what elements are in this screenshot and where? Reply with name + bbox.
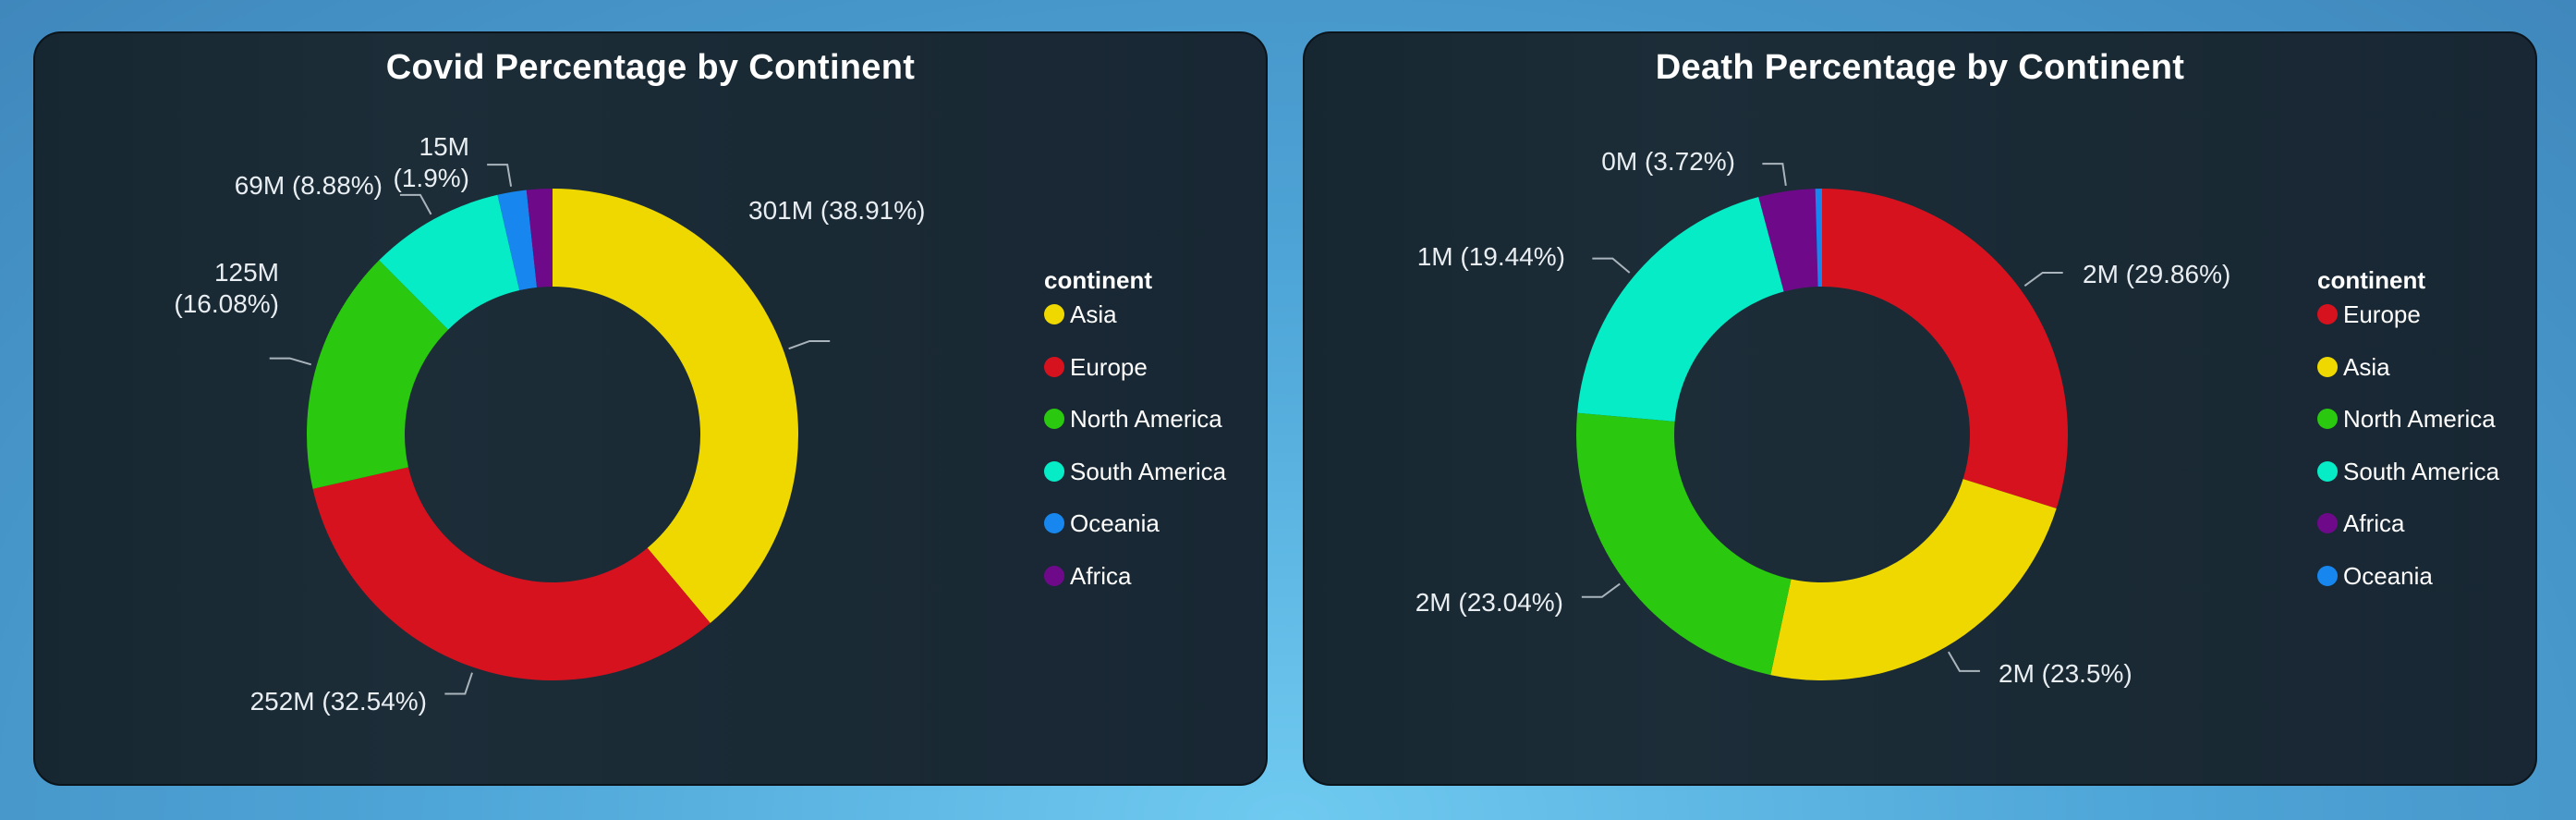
death-legend-label-north-america: North America	[2343, 405, 2496, 433]
covid-leader-line-asia	[788, 339, 831, 350]
covid-legend-item-south-america[interactable]: South America	[1044, 458, 1226, 510]
covid-legend-item-africa[interactable]: Africa	[1044, 562, 1226, 615]
death-legend-label-europe: Europe	[2343, 300, 2421, 328]
death-data-label-south-america: 1M (19.44%)	[1417, 242, 1565, 271]
covid-legend-swatch-asia	[1044, 304, 1064, 324]
covid-legend-item-oceania[interactable]: Oceania	[1044, 509, 1226, 562]
death-legend-swatch-europe	[2317, 304, 2338, 324]
death-legend-title: continent	[2317, 266, 2425, 294]
covid-legend-label-south-america: South America	[1070, 457, 1227, 485]
death-legend-label-oceania: Oceania	[2343, 561, 2433, 590]
death-data-label-north-america: 2M (23.04%)	[1416, 588, 1563, 617]
death-legend-item-europe[interactable]: Europe	[2317, 300, 2499, 353]
death-leader-line-asia	[1947, 651, 1980, 672]
covid-legend-swatch-europe	[1044, 356, 1064, 377]
death-leader-line-africa	[1762, 163, 1787, 186]
death-legend-item-africa[interactable]: Africa	[2317, 509, 2499, 562]
death-legend-item-north-america[interactable]: North America	[2317, 405, 2499, 458]
covid-data-label-asia: 301M (38.91%)	[748, 196, 925, 225]
covid-legend-label-oceania: Oceania	[1070, 509, 1160, 537]
death-slice-north-america[interactable]	[1576, 412, 1792, 676]
covid-leader-line-oceania	[487, 164, 513, 187]
death-legend-swatch-north-america	[2317, 409, 2338, 429]
covid-percentage-panel: Covid Percentage by Continent 301M (38.9…	[33, 31, 1268, 786]
death-legend-swatch-south-america	[2317, 460, 2338, 482]
covid-data-label-europe: 252M (32.54%)	[250, 687, 427, 716]
covid-legend-swatch-south-america	[1044, 460, 1064, 482]
death-slice-europe[interactable]	[1822, 189, 2068, 508]
death-legend-item-oceania[interactable]: Oceania	[2317, 562, 2499, 615]
death-legend-label-south-america: South America	[2343, 457, 2500, 485]
covid-legend-item-north-america[interactable]: North America	[1044, 405, 1226, 458]
covid-legend-label-north-america: North America	[1070, 405, 1222, 433]
death-leader-line-south-america	[1592, 257, 1631, 274]
death-data-label-asia: 2M (23.5%)	[1999, 659, 2132, 688]
covid-data-label-oceania: 15M (1.9%)	[394, 132, 469, 192]
death-legend-item-south-america[interactable]: South America	[2317, 458, 2499, 510]
covid-data-label-south-america: 69M (8.88%)	[235, 171, 383, 200]
covid-data-label-north-america: 125M (16.08%)	[174, 258, 279, 318]
death-legend-swatch-asia	[2317, 356, 2338, 377]
covid-legend-swatch-north-america	[1044, 409, 1064, 429]
death-percentage-panel: Death Percentage by Continent 2M (29.86%…	[1303, 31, 2537, 786]
covid-legend-title: continent	[1044, 266, 1152, 294]
covid-leader-line-north-america	[269, 357, 312, 366]
covid-legend-swatch-africa	[1044, 565, 1064, 586]
covid-legend-label-africa: Africa	[1070, 561, 1132, 590]
covid-legend-label-europe: Europe	[1070, 352, 1148, 381]
death-legend-swatch-oceania	[2317, 565, 2338, 586]
covid-slice-europe[interactable]	[312, 467, 711, 680]
death-legend-swatch-africa	[2317, 513, 2338, 533]
covid-legend-label-asia: Asia	[1070, 300, 1117, 328]
death-legend: continent Europe Asia North America South A…	[2317, 266, 2499, 614]
death-legend-label-asia: Asia	[2343, 352, 2390, 381]
death-data-label-europe: 2M (29.86%)	[2083, 260, 2230, 288]
death-leader-line-north-america	[1581, 582, 1621, 598]
death-data-label-africa: 0M (3.72%)	[1601, 147, 1735, 176]
covid-legend-item-asia[interactable]: Asia	[1044, 300, 1226, 353]
covid-slice-asia[interactable]	[553, 189, 798, 623]
death-slice-south-america[interactable]	[1577, 197, 1784, 422]
death-legend-label-africa: Africa	[2343, 509, 2405, 537]
covid-leader-line-europe	[444, 672, 473, 695]
death-legend-item-asia[interactable]: Asia	[2317, 353, 2499, 406]
covid-leader-line-south-america	[399, 193, 432, 215]
covid-legend-item-europe[interactable]: Europe	[1044, 353, 1226, 406]
death-slice-asia[interactable]	[1770, 479, 2057, 680]
covid-legend: continent Asia Europe North America South A…	[1044, 266, 1226, 614]
death-leader-line-europe	[2023, 271, 2063, 287]
covid-legend-swatch-oceania	[1044, 513, 1064, 533]
